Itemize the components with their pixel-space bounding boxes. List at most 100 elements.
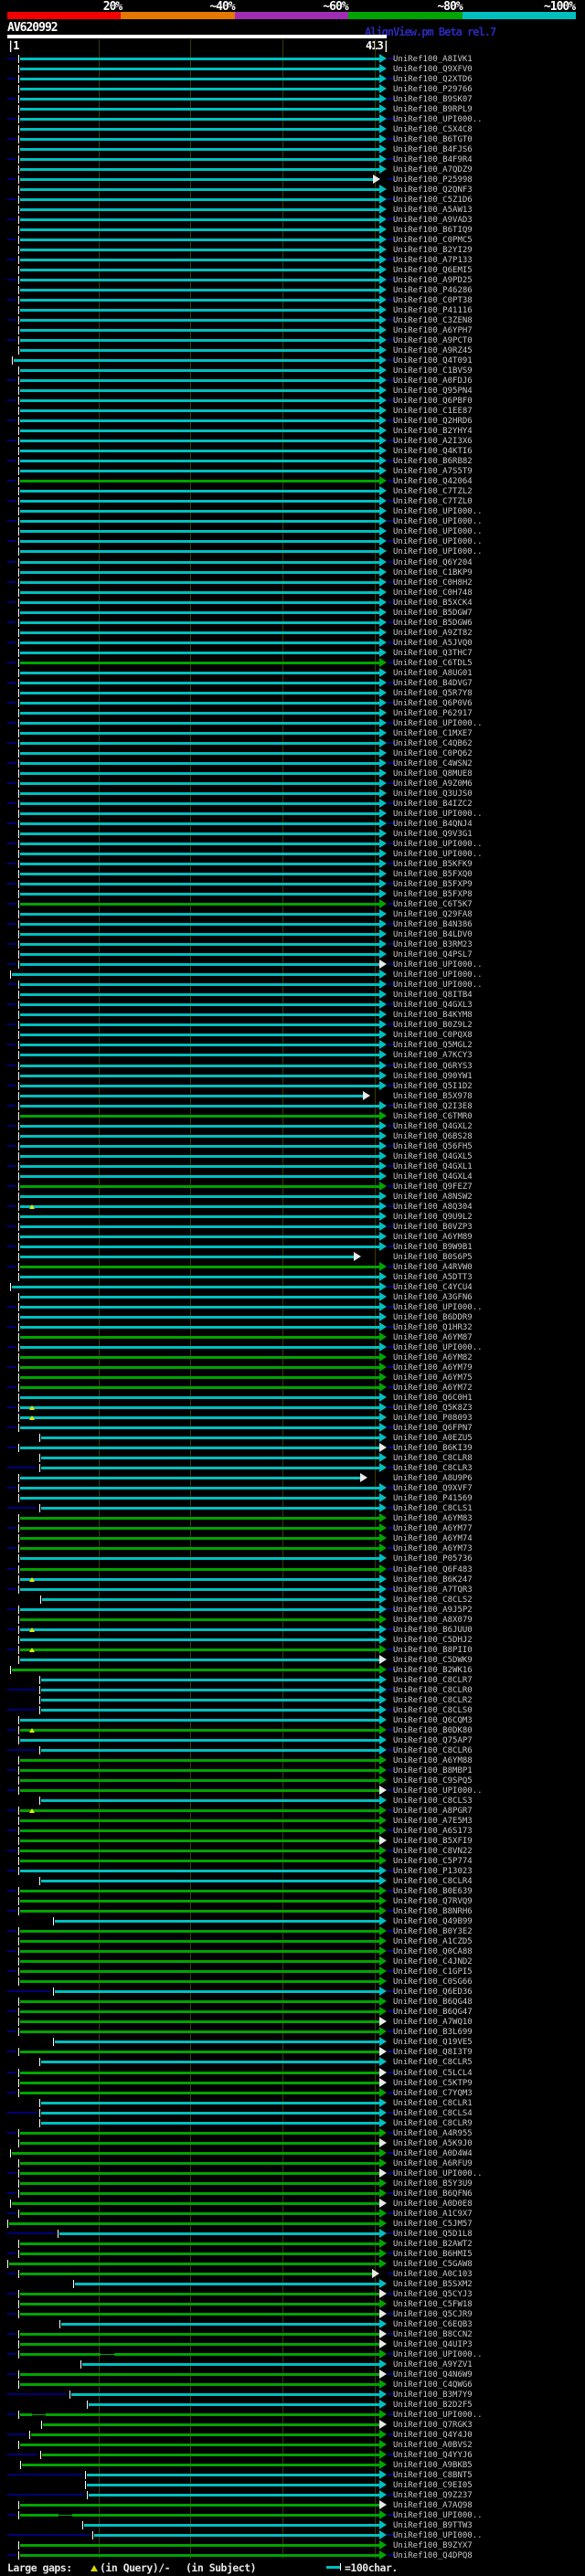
alignment-bar[interactable] [20, 1396, 379, 1400]
alignment-bar[interactable] [20, 1184, 379, 1188]
hit-label[interactable]: UniRef100_B3RM23 [393, 940, 473, 949]
alignment-bar[interactable] [20, 631, 379, 634]
hit-row[interactable]: UniRef100_A7KCY3 [0, 1050, 585, 1060]
hit-label[interactable]: UniRef100_B3L699 [393, 2028, 473, 2037]
hit-row[interactable]: UniRef100_UPI000.. [0, 1785, 585, 1796]
hit-label[interactable]: UniRef100_A7QDZ9 [393, 165, 473, 175]
alignment-bar[interactable] [20, 419, 379, 423]
hit-label[interactable]: UniRef100_A4RVW0 [393, 1263, 473, 1272]
hit-row[interactable]: UniRef100_Q49B99 [0, 1916, 585, 1926]
hit-row[interactable]: UniRef100_P62917 [0, 707, 585, 718]
hit-row[interactable]: UniRef100_A9ZT82 [0, 627, 585, 638]
alignment-bar[interactable] [20, 460, 379, 463]
hit-label[interactable]: UniRef100_A7P133 [393, 256, 473, 265]
alignment-bar[interactable] [20, 721, 379, 725]
hit-row[interactable]: UniRef100_Q4GXL4 [0, 1171, 585, 1182]
alignment-bar[interactable] [20, 1204, 379, 1208]
hit-label[interactable]: UniRef100_Q6RYS3 [393, 1062, 473, 1071]
hit-label[interactable]: UniRef100_Q9V3G1 [393, 830, 473, 839]
hit-row[interactable]: UniRef100_P29766 [0, 83, 585, 94]
alignment-bar[interactable] [20, 801, 379, 805]
hit-label[interactable]: UniRef100_A1CZD5 [393, 1937, 473, 1946]
alignment-bar[interactable] [61, 2323, 379, 2326]
alignment-bar[interactable] [12, 973, 379, 977]
hit-row[interactable]: UniRef100_A8PGR7 [0, 1805, 585, 1816]
hit-row[interactable]: UniRef100_A0D0E8 [0, 2198, 585, 2209]
hit-label[interactable]: UniRef100_Q6PBF0 [393, 397, 473, 406]
hit-row[interactable]: UniRef100_C5KTP9 [0, 2077, 585, 2088]
hit-label[interactable]: UniRef100_Q0CA88 [393, 1947, 473, 1956]
hit-row[interactable]: UniRef100_Q3UJS0 [0, 788, 585, 799]
hit-label[interactable]: UniRef100_C1GPI5 [393, 1967, 473, 1977]
hit-row[interactable]: UniRef100_B0Y3E2 [0, 1926, 585, 1936]
hit-label[interactable]: UniRef100_C5DHJ2 [393, 1636, 473, 1645]
hit-label[interactable]: UniRef100_Q56FH5 [393, 1142, 473, 1151]
hit-row[interactable]: UniRef100_A6YM75 [0, 1373, 585, 1383]
hit-label[interactable]: UniRef100_P41569 [393, 1494, 473, 1503]
alignment-bar[interactable] [55, 2041, 379, 2044]
hit-row[interactable]: UniRef100_C1BKP9 [0, 567, 585, 578]
hit-row[interactable]: UniRef100_A7S5T9 [0, 466, 585, 476]
hit-row[interactable]: UniRef100_A7P133 [0, 254, 585, 265]
hit-row[interactable]: UniRef100_B6QG48 [0, 1997, 585, 2007]
hit-row[interactable]: UniRef100_UPI000.. [0, 970, 585, 980]
hit-label[interactable]: UniRef100_Q4GXL2 [393, 1122, 473, 1131]
hit-row[interactable]: UniRef100_C8CLR3 [0, 1463, 585, 1473]
hit-label[interactable]: UniRef100_C1MXE7 [393, 729, 473, 738]
alignment-bar[interactable] [20, 1447, 379, 1450]
hit-row[interactable]: UniRef100_C5P774 [0, 1856, 585, 1866]
alignment-bar[interactable] [20, 217, 379, 221]
hit-row[interactable]: UniRef100_C4JND2 [0, 1956, 585, 1966]
hit-label[interactable]: UniRef100_Q5K8Z3 [393, 1404, 473, 1413]
alignment-bar[interactable] [20, 97, 379, 101]
hit-label[interactable]: UniRef100_Q19VE5 [393, 2038, 473, 2047]
hit-row[interactable]: UniRef100_B2AWT2 [0, 2238, 585, 2249]
alignment-bar[interactable] [20, 1587, 379, 1591]
alignment-bar[interactable] [20, 117, 379, 121]
alignment-bar[interactable] [20, 1607, 379, 1611]
hit-row[interactable]: UniRef100_Q5D1L8 [0, 2228, 585, 2239]
hit-label[interactable]: UniRef100_A9ZT82 [393, 629, 473, 638]
alignment-bar[interactable] [20, 1013, 379, 1017]
alignment-bar[interactable] [20, 2252, 379, 2255]
alignment-bar[interactable] [20, 409, 379, 413]
alignment-bar[interactable] [14, 359, 379, 363]
hit-row[interactable]: UniRef100_Q4GXL5 [0, 1150, 585, 1161]
hit-label[interactable]: UniRef100_UPI000.. [393, 981, 483, 990]
hit-row[interactable]: UniRef100_C9EI05 [0, 2480, 585, 2490]
hit-label[interactable]: UniRef100_Q6BS28 [393, 1132, 473, 1141]
hit-row[interactable]: UniRef100_B4DVG7 [0, 677, 585, 688]
alignment-bar[interactable] [20, 822, 379, 826]
alignment-bar[interactable] [20, 1768, 379, 1772]
hit-row[interactable]: UniRef100_A5AW13 [0, 204, 585, 215]
alignment-bar[interactable] [20, 1788, 379, 1792]
alignment-bar[interactable] [20, 1023, 379, 1027]
hit-label[interactable]: UniRef100_C5LCL4 [393, 2069, 473, 2078]
alignment-bar[interactable] [20, 319, 379, 323]
hit-label[interactable]: UniRef100_B6TIQ9 [393, 226, 473, 235]
hit-row[interactable]: UniRef100_A3GFN6 [0, 1291, 585, 1302]
hit-row[interactable]: UniRef100_B3L699 [0, 2027, 585, 2037]
hit-row[interactable]: UniRef100_A6YM73 [0, 1543, 585, 1553]
hit-row[interactable]: UniRef100_Q4GXL1 [0, 1161, 585, 1171]
hit-label[interactable]: UniRef100_A6S173 [393, 1827, 473, 1836]
alignment-bar[interactable] [20, 1860, 379, 1863]
hit-row[interactable]: UniRef100_UPI000.. [0, 809, 585, 819]
alignment-bar[interactable] [20, 1808, 379, 1812]
alignment-bar[interactable] [74, 2282, 379, 2285]
hit-row[interactable]: UniRef100_A6YM83 [0, 1513, 585, 1523]
hit-row[interactable]: UniRef100_A6YM77 [0, 1523, 585, 1533]
alignment-bar[interactable] [20, 349, 379, 353]
hit-row[interactable]: UniRef100_UPI000.. [0, 516, 585, 526]
hit-label[interactable]: UniRef100_C8CLR4 [393, 1877, 473, 1886]
hit-label[interactable]: UniRef100_C5JM57 [393, 2220, 473, 2229]
hit-row[interactable]: UniRef100_B5KFK9 [0, 859, 585, 869]
alignment-bar[interactable] [22, 2464, 379, 2467]
hit-label[interactable]: UniRef100_B9ZYX7 [393, 2541, 473, 2550]
hit-label[interactable]: UniRef100_C8CLR9 [393, 2119, 473, 2128]
alignment-bar[interactable] [70, 2393, 379, 2397]
hit-label[interactable]: UniRef100_C6TDL5 [393, 659, 473, 668]
hit-row[interactable]: UniRef100_B5SXM2 [0, 2278, 585, 2289]
alignment-bar[interactable] [20, 2514, 59, 2518]
alignment-bar[interactable] [20, 2091, 379, 2094]
